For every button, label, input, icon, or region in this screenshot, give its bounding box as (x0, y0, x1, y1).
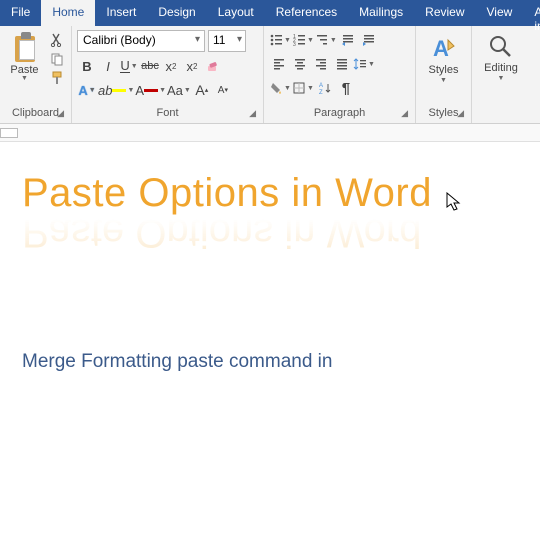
sort-button[interactable]: AZ (315, 78, 335, 98)
paste-button[interactable]: Paste ▼ (5, 32, 44, 86)
chevron-down-icon: ▼ (440, 77, 447, 84)
change-case-button[interactable]: Aa▼ (167, 80, 191, 100)
subscript-button[interactable]: x2 (161, 56, 181, 76)
dialog-launcher-icon[interactable]: ◢ (457, 108, 464, 119)
borders-button[interactable]: ▼ (292, 78, 314, 98)
copy-button[interactable] (48, 51, 66, 67)
shrink-font-button[interactable]: A▾ (213, 80, 233, 100)
align-right-button[interactable] (311, 54, 331, 74)
dialog-launcher-icon[interactable]: ◢ (249, 108, 256, 119)
cut-button[interactable] (48, 32, 66, 48)
menu-tabs: File Home Insert Design Layout Reference… (0, 0, 540, 26)
font-color-button[interactable]: A▼ (135, 80, 166, 100)
grow-font-button[interactable]: A▴ (192, 80, 212, 100)
justify-button[interactable] (332, 54, 352, 74)
group-label-font: Font ◢ (77, 107, 258, 121)
styles-label: Styles (429, 64, 459, 76)
chevron-down-icon[interactable]: ▼ (21, 75, 28, 82)
align-center-button[interactable] (290, 54, 310, 74)
font-size-combo[interactable]: 11 (208, 30, 246, 52)
document-area[interactable]: Paste Options in Word Paste Options in W… (0, 142, 540, 403)
group-clipboard: Paste ▼ Clipboard ◢ (0, 26, 72, 123)
chevron-down-icon: ▼ (498, 75, 505, 82)
show-marks-button[interactable]: ¶ (336, 78, 356, 98)
tab-layout[interactable]: Layout (207, 0, 265, 26)
svg-text:3: 3 (293, 42, 296, 47)
numbering-button[interactable]: 123▼ (292, 30, 314, 50)
document-body-text: Merge Formatting paste command in (22, 351, 518, 373)
superscript-button[interactable]: x2 (182, 56, 202, 76)
dialog-launcher-icon[interactable]: ◢ (401, 108, 408, 119)
group-label-clipboard: Clipboard ◢ (5, 107, 66, 121)
tab-design[interactable]: Design (147, 0, 206, 26)
highlight-button[interactable]: ab▼ (98, 80, 134, 100)
group-label-styles: Styles ◢ (421, 107, 466, 121)
title-reflection: Paste Options in Word (22, 210, 518, 255)
decrease-indent-button[interactable] (338, 30, 358, 50)
font-name-combo[interactable]: Calibri (Body) (77, 30, 205, 52)
text-effects-button[interactable]: A▼ (77, 80, 97, 100)
styles-button[interactable]: A Styles ▼ (421, 30, 466, 84)
styles-icon: A (430, 34, 458, 62)
ruler-corner (0, 128, 18, 138)
group-editing: Editing ▼ (472, 26, 530, 123)
tab-home[interactable]: Home (41, 0, 95, 26)
italic-button[interactable]: I (98, 56, 118, 76)
tab-references[interactable]: References (265, 0, 348, 26)
paste-icon (11, 32, 39, 62)
group-font: Calibri (Body) 11 B I U▼ abc x2 x2 A▼ ab… (72, 26, 264, 123)
document-title: Paste Options in Word (22, 172, 518, 214)
editing-label: Editing (484, 62, 518, 74)
tab-file[interactable]: File (0, 0, 41, 26)
svg-text:Z: Z (319, 90, 323, 95)
editing-button[interactable]: Editing ▼ (477, 30, 525, 82)
tab-review[interactable]: Review (414, 0, 475, 26)
line-spacing-button[interactable]: ▼ (353, 54, 375, 74)
find-icon (488, 34, 514, 60)
align-left-button[interactable] (269, 54, 289, 74)
underline-button[interactable]: U▼ (119, 56, 139, 76)
ruler (0, 124, 540, 142)
tab-mailings[interactable]: Mailings (348, 0, 414, 26)
tab-view[interactable]: View (476, 0, 524, 26)
dialog-launcher-icon[interactable]: ◢ (57, 108, 64, 119)
group-paragraph: ▼ 123▼ ▼ ▼ ▼ ▼ AZ ¶ Paragraph ◢ (264, 26, 416, 123)
format-painter-button[interactable] (48, 70, 66, 86)
clear-formatting-button[interactable] (203, 56, 223, 76)
group-styles: A Styles ▼ Styles ◢ (416, 26, 472, 123)
multilevel-list-button[interactable]: ▼ (315, 30, 337, 50)
tab-addins[interactable]: Add-ins (523, 0, 540, 26)
svg-text:A: A (319, 83, 323, 89)
svg-text:A: A (433, 36, 449, 61)
group-label-paragraph: Paragraph ◢ (269, 107, 410, 121)
bold-button[interactable]: B (77, 56, 97, 76)
strikethrough-button[interactable]: abc (140, 56, 160, 76)
shading-button[interactable]: ▼ (269, 78, 291, 98)
bullets-button[interactable]: ▼ (269, 30, 291, 50)
increase-indent-button[interactable] (359, 30, 379, 50)
ribbon: Paste ▼ Clipboard ◢ Calibri (0, 26, 540, 124)
tab-insert[interactable]: Insert (95, 0, 147, 26)
